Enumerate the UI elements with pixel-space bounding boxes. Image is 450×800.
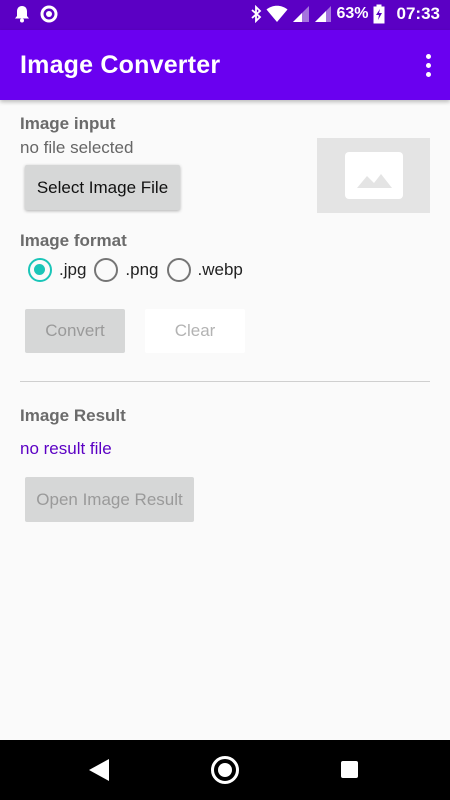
radio-button[interactable] [94, 258, 119, 282]
battery-charging-icon [373, 4, 385, 24]
battery-percent: 63% [336, 5, 369, 22]
radio-png[interactable]: .png [94, 258, 159, 282]
image-format-label: Image format [20, 231, 127, 250]
image-input-label: Image input [20, 114, 116, 133]
signal-icon [293, 6, 310, 22]
status-left-icons [14, 5, 58, 23]
recents-icon[interactable] [341, 761, 358, 778]
clear-button[interactable]: Clear [145, 309, 245, 353]
wifi-icon [266, 5, 288, 22]
back-icon[interactable] [89, 759, 109, 781]
image-result-label: Image Result [20, 406, 126, 425]
divider [20, 381, 430, 382]
select-image-button[interactable]: Select Image File [25, 165, 180, 210]
signal-icon [315, 6, 332, 22]
radio-label-jpg: .jpg [59, 260, 87, 279]
home-icon[interactable] [211, 756, 239, 784]
radio-button-checked[interactable] [28, 258, 52, 282]
sync-circle-icon [40, 5, 58, 23]
convert-button[interactable]: Convert [25, 309, 125, 353]
radio-button[interactable] [166, 258, 191, 282]
app-bar: Image Converter [0, 30, 450, 100]
image-preview [317, 138, 430, 213]
status-bar: 63% 07:33 [0, 0, 450, 30]
status-right-icons: 63% 07:33 [250, 4, 440, 24]
radio-webp[interactable]: .webp [166, 258, 243, 282]
more-vert-icon[interactable] [418, 50, 438, 80]
clock: 07:33 [396, 4, 440, 23]
result-file-text: no result file [20, 439, 112, 458]
bluetooth-icon [251, 5, 262, 23]
radio-label-webp: .webp [197, 260, 243, 279]
file-status-text: no file selected [20, 138, 134, 157]
radio-jpg[interactable]: .jpg [28, 258, 86, 282]
notification-bell-icon [15, 6, 29, 23]
image-placeholder-icon [345, 152, 403, 199]
format-radio-group: .jpg .png .webp [28, 258, 251, 282]
app-title: Image Converter [20, 51, 221, 79]
navigation-bar [0, 740, 450, 800]
radio-label-png: .png [125, 260, 159, 279]
open-image-result-button[interactable]: Open Image Result [25, 477, 194, 522]
